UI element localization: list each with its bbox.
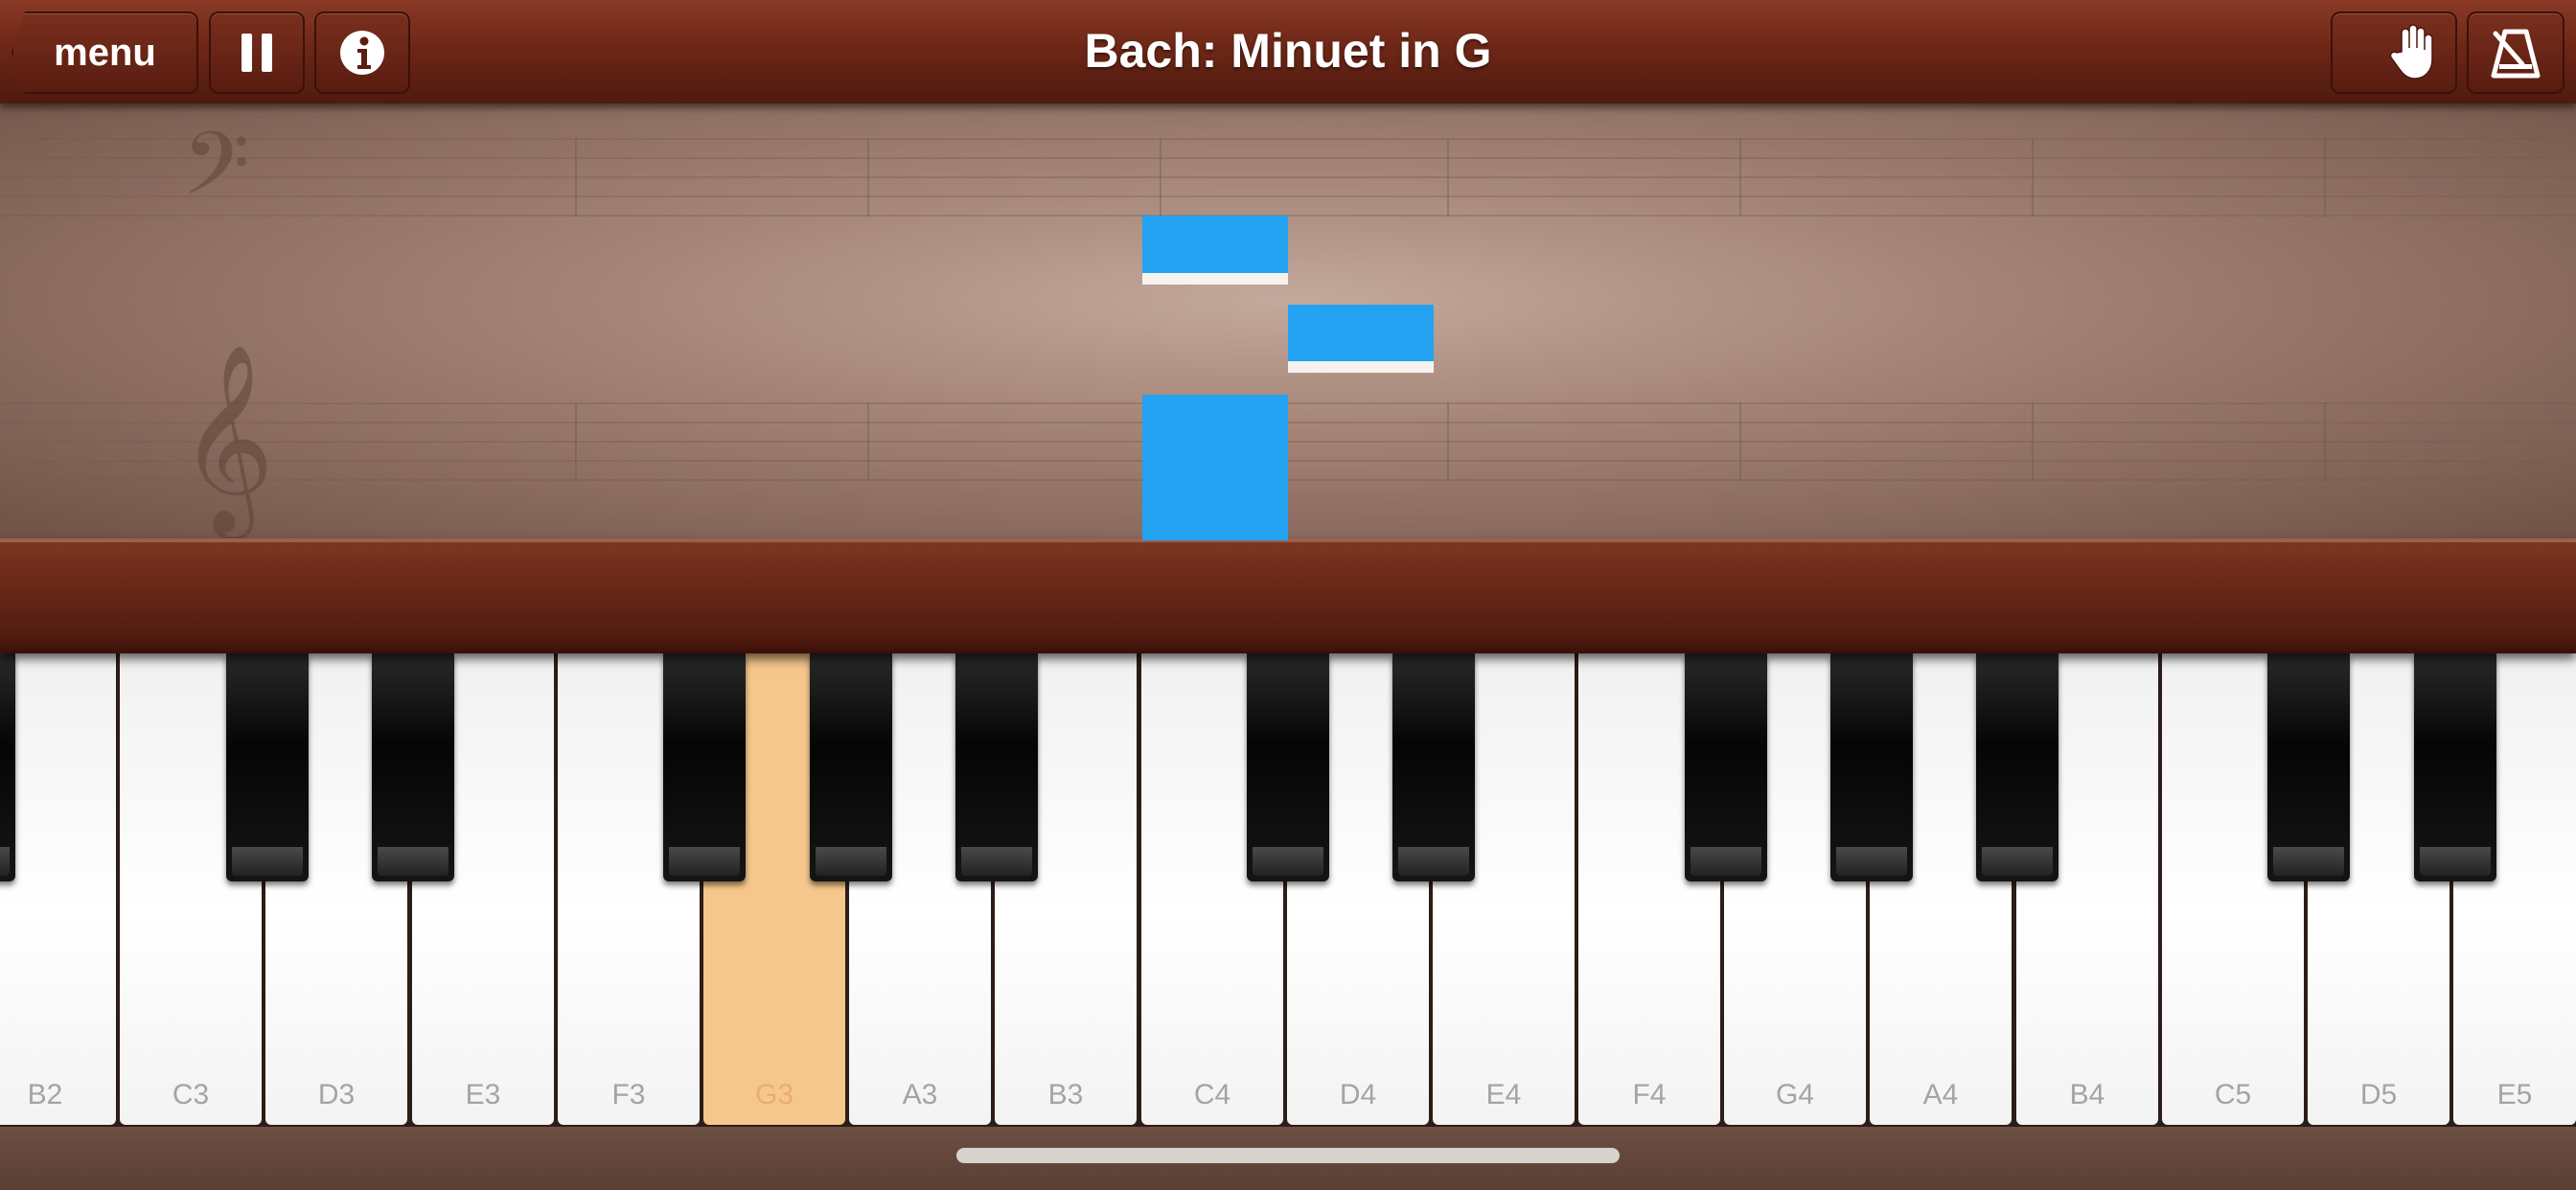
key-label: B3 xyxy=(1047,1079,1084,1110)
metronome-button[interactable] xyxy=(2467,11,2564,94)
piano-key-b2[interactable]: B2 xyxy=(0,653,116,1125)
piano-key-a-sharp-4[interactable] xyxy=(1976,653,2058,881)
key-label: E3 xyxy=(465,1079,501,1110)
key-label: B2 xyxy=(27,1079,63,1110)
piano-key-c-sharp-3[interactable] xyxy=(226,653,309,881)
key-label: C3 xyxy=(172,1079,210,1110)
piano-key-d-sharp-5[interactable] xyxy=(2414,653,2496,881)
falling-note xyxy=(1288,305,1434,373)
piano-key-a-sharp-3[interactable] xyxy=(955,653,1038,881)
key-label: D5 xyxy=(2359,1079,2398,1110)
key-label: D3 xyxy=(317,1079,356,1110)
falling-note xyxy=(1142,395,1288,540)
piano-key-d-sharp-4[interactable] xyxy=(1392,653,1475,881)
hand-mode-button[interactable] xyxy=(2331,11,2457,94)
key-label: G4 xyxy=(1775,1079,1815,1110)
song-title: Bach: Minuet in G xyxy=(1084,24,1492,78)
key-label: E5 xyxy=(2496,1079,2533,1110)
treble-clef-icon: 𝄞 xyxy=(178,343,275,533)
key-label: A4 xyxy=(1922,1079,1959,1110)
piano-rail xyxy=(0,538,2576,653)
piano-key-d-sharp-3[interactable] xyxy=(372,653,454,881)
piano-key-g-sharp-4[interactable] xyxy=(1830,653,1913,881)
key-label: C4 xyxy=(1193,1079,1231,1110)
piano-key-f-sharp-4[interactable] xyxy=(1685,653,1767,881)
key-label: D4 xyxy=(1339,1079,1377,1110)
piano-keyboard: B2 C3 D3 E3 F3 G3 A3 B3 C4 D4 E4 F4 G4 A… xyxy=(0,653,2576,1127)
piano-key-c-sharp-5[interactable] xyxy=(2267,653,2350,881)
key-label: F4 xyxy=(1632,1079,1667,1110)
home-indicator[interactable] xyxy=(956,1148,1620,1163)
key-label: G3 xyxy=(754,1079,794,1110)
metronome-icon xyxy=(2491,29,2541,79)
key-label: E4 xyxy=(1485,1079,1522,1110)
note-roll-area: 𝄢 𝄞 xyxy=(0,103,2576,540)
piano-key-g-sharp-3[interactable] xyxy=(810,653,892,881)
piano-key-c-sharp-4[interactable] xyxy=(1247,653,1329,881)
top-toolbar: menu Bach: Minuet in G xyxy=(0,0,2576,103)
falling-note xyxy=(1142,216,1288,285)
key-label: B4 xyxy=(2069,1079,2105,1110)
key-label: A3 xyxy=(902,1079,938,1110)
key-label: C5 xyxy=(2214,1079,2252,1110)
bass-clef-icon: 𝄢 xyxy=(182,113,250,236)
piano-key-f-sharp-3[interactable] xyxy=(663,653,746,881)
key-label: F3 xyxy=(611,1079,646,1110)
hand-icon xyxy=(2389,24,2433,80)
piano-key-a-sharp-2[interactable] xyxy=(0,653,15,881)
